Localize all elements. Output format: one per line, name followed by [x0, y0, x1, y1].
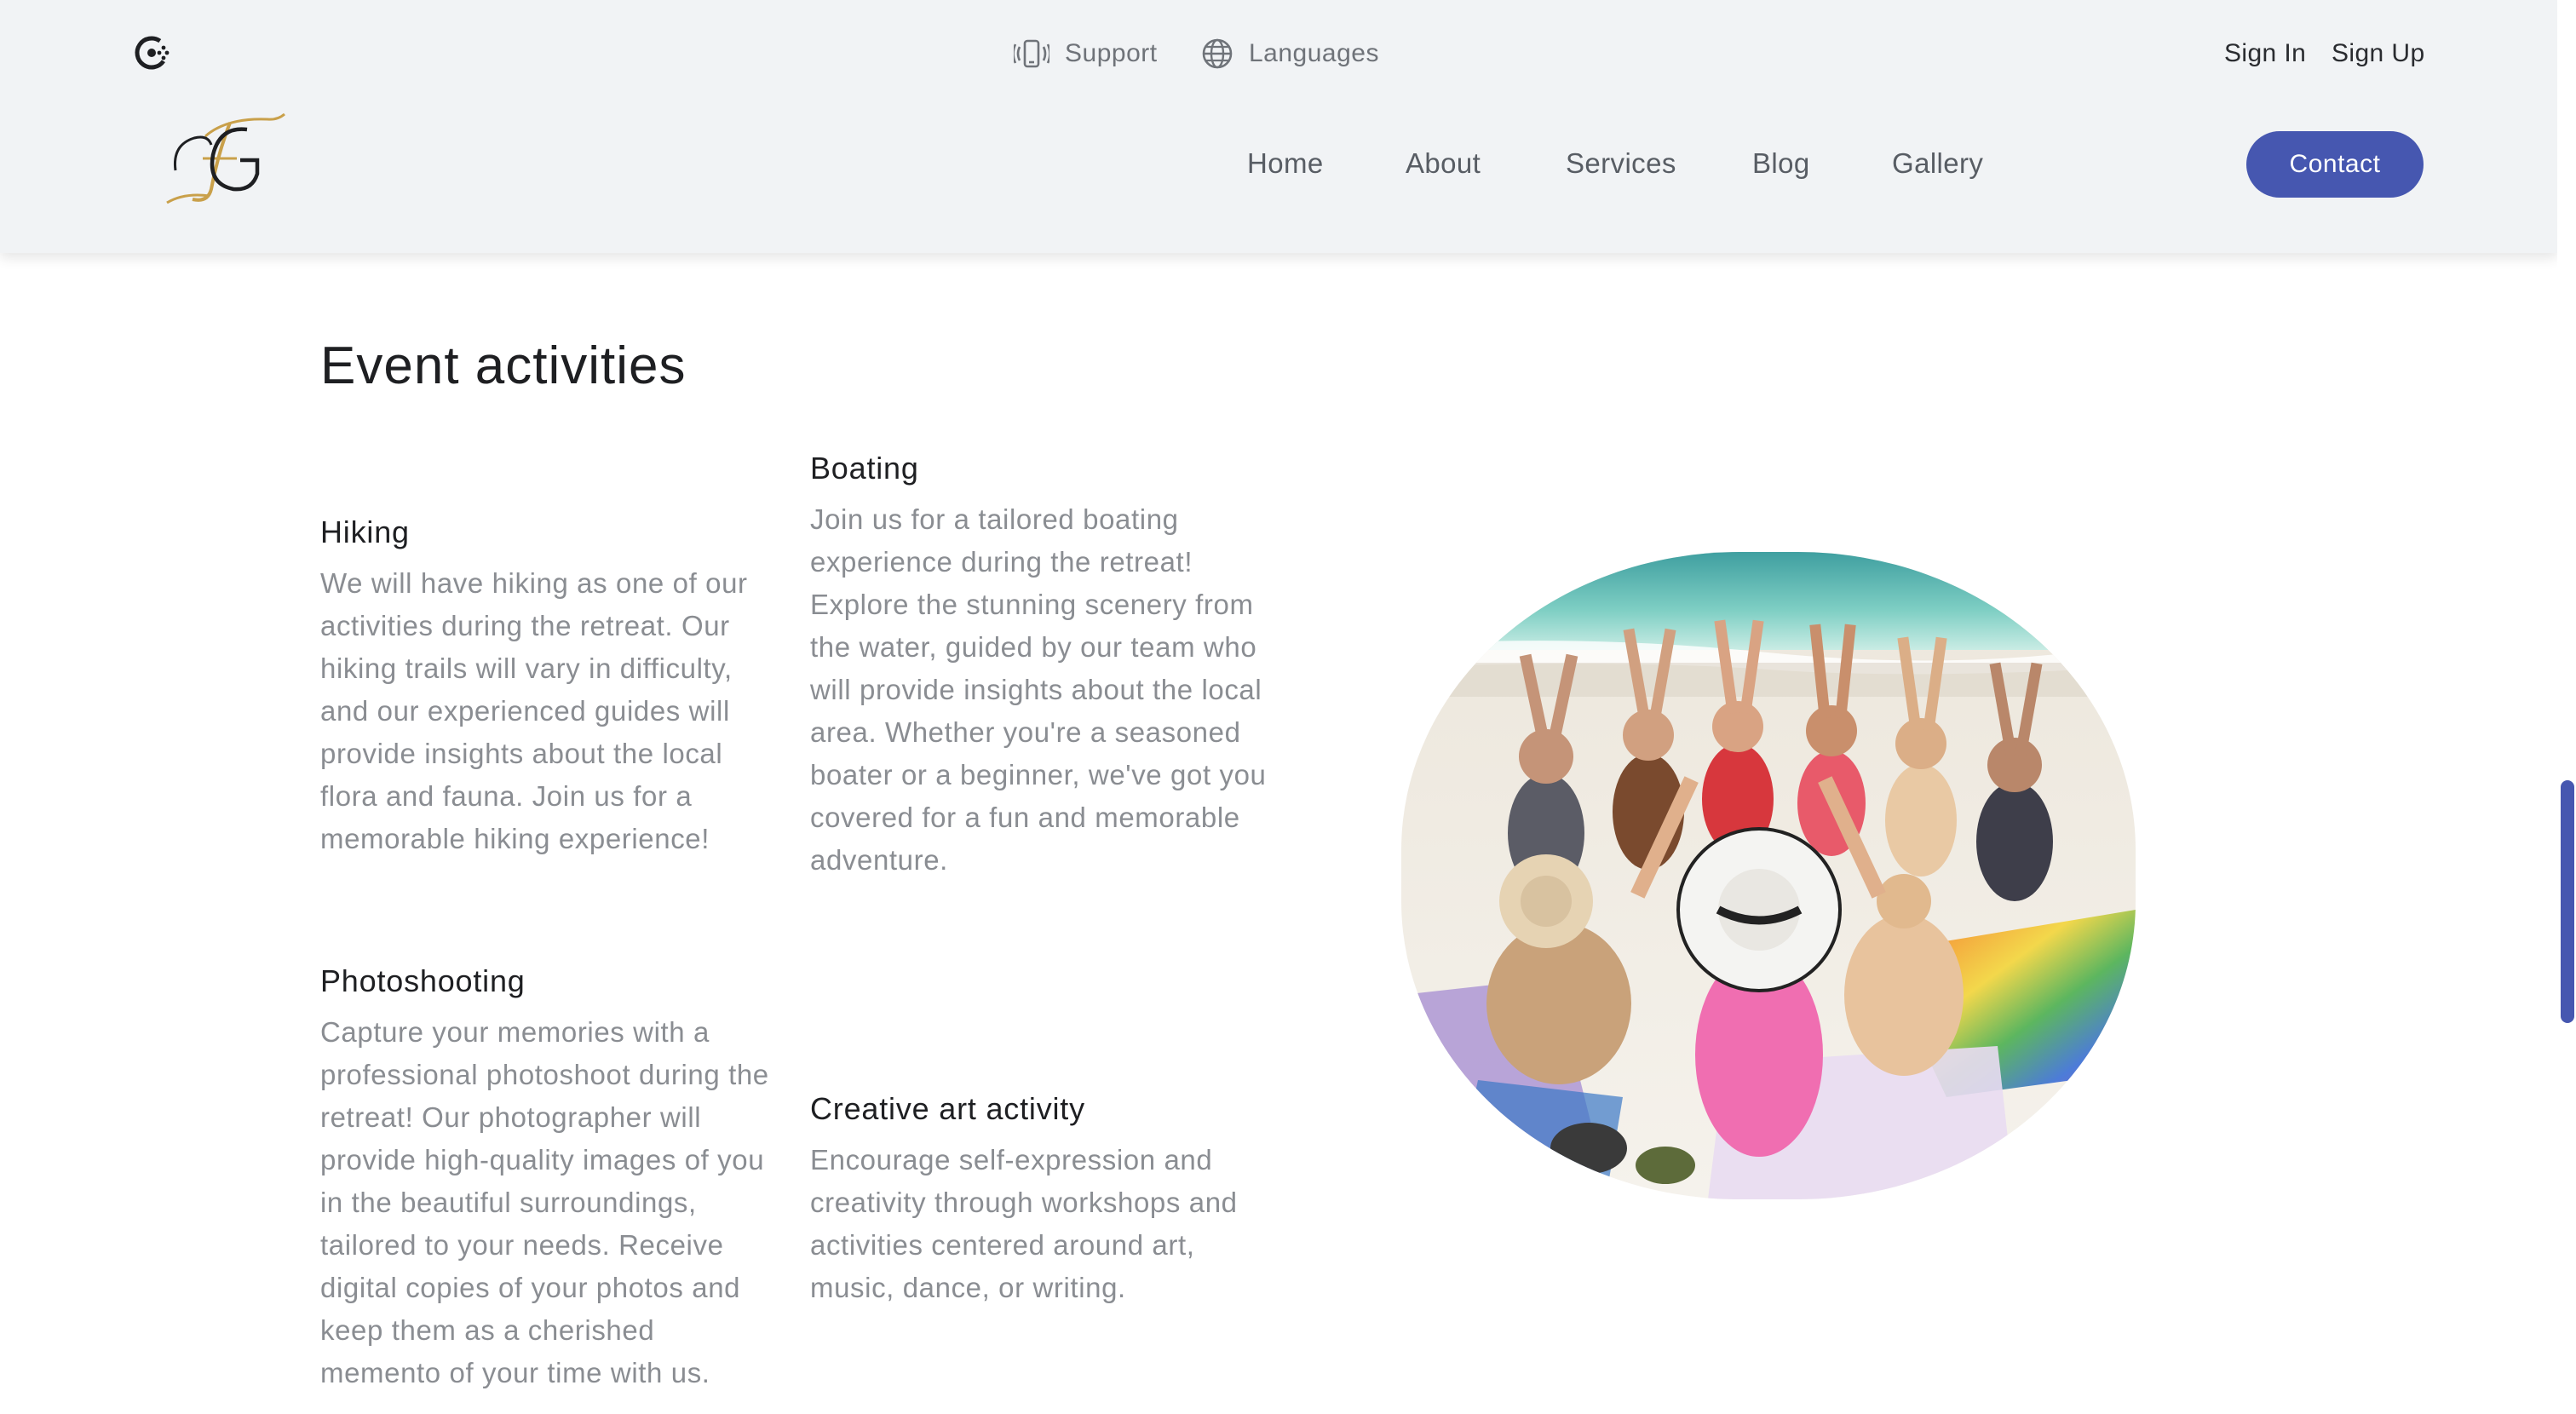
beach-group-photo-image: [1401, 552, 2136, 1199]
activity-description: Join us for a tailored boating experienc…: [810, 503, 1267, 876]
sign-in-link[interactable]: Sign In: [2224, 32, 2306, 75]
languages-label: Languages: [1249, 39, 1379, 67]
activity-description: Capture your memories with a professiona…: [320, 1016, 769, 1388]
activity-title: Creative art activity: [810, 1091, 1085, 1126]
activity-boating: Boating Join us for a tailored boating e…: [810, 447, 1270, 882]
nav-about[interactable]: About: [1406, 140, 1481, 187]
support-label: Support: [1065, 39, 1158, 67]
activity-hiking: Hiking We will have hiking as one of our…: [320, 511, 780, 860]
nav-home[interactable]: Home: [1247, 140, 1324, 187]
support-link[interactable]: Support: [1014, 32, 1158, 75]
nav-blog[interactable]: Blog: [1752, 140, 1810, 187]
globe-icon: [1202, 38, 1233, 69]
beach-photo: [1401, 552, 2136, 1199]
phone-vibrate-icon: [1014, 39, 1049, 68]
activity-description: We will have hiking as one of our activi…: [320, 567, 748, 854]
activity-title: Photoshooting: [320, 963, 526, 998]
activity-creative-art: Creative art activity Encourage self-exp…: [810, 1088, 1270, 1309]
site-header: Support Languages Sign In Sign Up Home A…: [0, 0, 2557, 253]
activity-title: Boating: [810, 451, 919, 486]
activity-description: Encourage self-expression and creativity…: [810, 1144, 1238, 1303]
activity-photoshooting: Photoshooting Capture your memories with…: [320, 960, 780, 1394]
site-mark-icon[interactable]: [133, 32, 174, 73]
page: Support Languages Sign In Sign Up Home A…: [0, 0, 2576, 1414]
sign-up-link[interactable]: Sign Up: [2332, 32, 2425, 75]
nav-gallery[interactable]: Gallery: [1892, 140, 1983, 187]
section-title: Event activities: [320, 336, 687, 395]
languages-link[interactable]: Languages: [1201, 32, 1379, 75]
scrollbar-track[interactable]: [2557, 0, 2576, 1414]
contact-button[interactable]: Contact: [2246, 131, 2424, 198]
nav-services[interactable]: Services: [1566, 140, 1676, 187]
activity-title: Hiking: [320, 514, 410, 549]
brand-logo[interactable]: [158, 111, 286, 204]
scrollbar-thumb[interactable]: [2561, 780, 2574, 1023]
